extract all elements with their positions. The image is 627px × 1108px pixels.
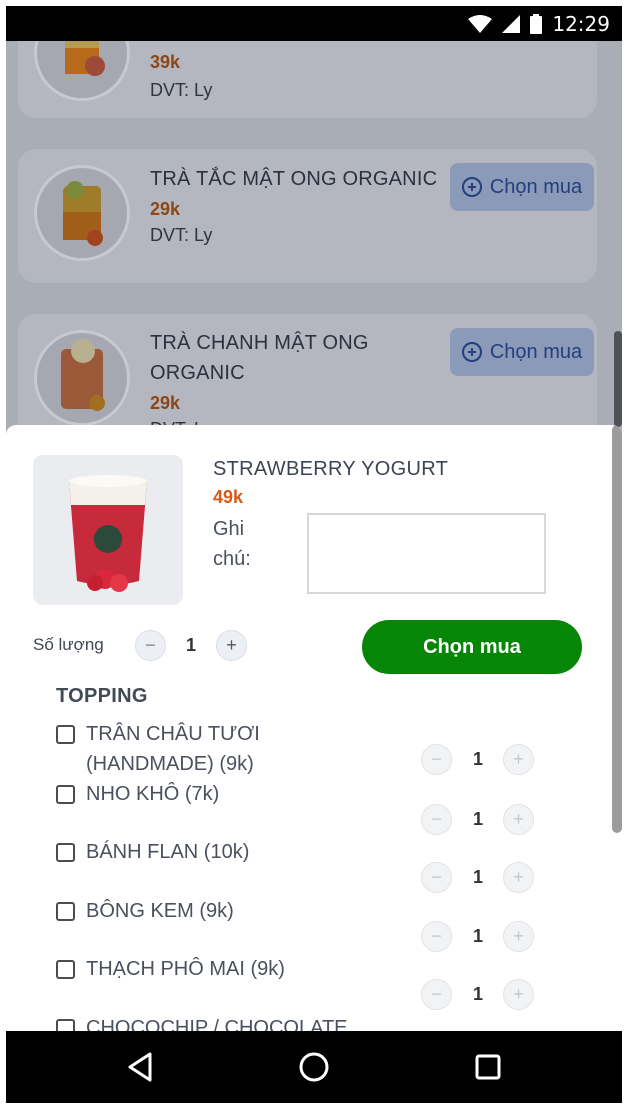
- topping-decrement-button[interactable]: −: [421, 744, 452, 775]
- topping-checkbox[interactable]: [56, 960, 75, 979]
- topping-label-line2: (HANDMADE) (9k): [86, 753, 254, 775]
- quantity-label: Số lượng: [33, 635, 104, 654]
- product-image: [33, 455, 183, 605]
- product-options-sheet: STRAWBERRY YOGURT 49k Ghi chú: Số lượng …: [6, 425, 622, 1031]
- topping-decrement-button[interactable]: −: [421, 804, 452, 835]
- topping-increment-button[interactable]: +: [503, 744, 534, 775]
- topping-label: CHOCOCHIP / CHOCOLATE: [86, 1017, 348, 1031]
- product-unit: DVT: Ly: [150, 80, 213, 100]
- product-card[interactable]: 39k DVT: Ly: [18, 41, 597, 118]
- topping-checkbox[interactable]: [56, 785, 75, 804]
- product-title-line2: ORGANIC: [150, 362, 245, 384]
- add-to-cart-label: Chọn mua: [489, 175, 583, 198]
- quantity-increment-button[interactable]: +: [216, 630, 247, 661]
- battery-icon: [530, 13, 543, 34]
- note-label-line1: Ghi: [213, 518, 245, 540]
- home-circle-icon[interactable]: [298, 1051, 330, 1083]
- topping-quantity: 1: [472, 867, 483, 887]
- topping-label: BÔNG KEM (9k): [86, 900, 234, 922]
- topping-increment-button[interactable]: +: [503, 804, 534, 835]
- topping-quantity: 1: [472, 749, 483, 769]
- note-label: Ghi chú:: [213, 514, 273, 574]
- status-time: 12:29: [552, 11, 610, 36]
- topping-decrement-button[interactable]: −: [421, 979, 452, 1010]
- topping-increment-button[interactable]: +: [503, 862, 534, 893]
- recents-square-icon[interactable]: [474, 1051, 502, 1083]
- list-scrollbar[interactable]: [614, 331, 622, 427]
- topping-quantity: 1: [472, 926, 483, 946]
- product-card[interactable]: TRÀ TẮC MẬT ONG ORGANIC 29k DVT: Ly Chọn…: [18, 149, 597, 283]
- product-thumbnail: [34, 41, 130, 101]
- topping-heading: TOPPING: [56, 685, 148, 707]
- topping-quantity: 1: [472, 809, 483, 829]
- back-triangle-icon[interactable]: [126, 1051, 154, 1083]
- topping-checkbox[interactable]: [56, 725, 75, 744]
- product-title: TRÀ TẮC MẬT ONG ORGANIC: [150, 168, 438, 190]
- add-to-cart-label: Chọn mua: [489, 340, 583, 363]
- product-name: STRAWBERRY YOGURT: [213, 458, 449, 480]
- buy-button[interactable]: Chọn mua: [362, 620, 582, 674]
- phone-screen: 12:29 39k DVT: Ly TRÀ TẮC MẬT ONG ORGANI…: [0, 0, 627, 1108]
- topping-decrement-button[interactable]: −: [421, 862, 452, 893]
- topping-quantity: 1: [472, 984, 483, 1004]
- topping-label: NHO KHÔ (7k): [86, 783, 220, 805]
- status-bar: 12:29: [6, 6, 622, 41]
- product-price: 29k: [150, 199, 181, 219]
- product-unit: DVT: Ly: [150, 225, 213, 245]
- product-title: TRÀ CHANH MẬT ONG: [150, 332, 369, 354]
- topping-decrement-button[interactable]: −: [421, 921, 452, 952]
- product-price: 39k: [150, 52, 181, 72]
- cell-signal-icon: [502, 14, 521, 33]
- topping-checkbox[interactable]: [56, 843, 75, 862]
- topping-increment-button[interactable]: +: [503, 921, 534, 952]
- topping-checkbox[interactable]: [56, 902, 75, 921]
- topping-label: TRÂN CHÂU TƯƠI (HANDMADE) (9k): [86, 719, 260, 779]
- plus-circle-icon: [461, 177, 482, 197]
- topping-label-line1: TRÂN CHÂU TƯƠI: [86, 723, 260, 745]
- add-to-cart-button[interactable]: Chọn mua: [450, 328, 594, 376]
- system-nav-bar: [6, 1031, 622, 1103]
- topping-label: BÁNH FLAN (10k): [86, 841, 250, 863]
- product-price: 49k: [213, 487, 244, 507]
- quantity-value: 1: [185, 635, 196, 655]
- plus-circle-icon: [461, 342, 482, 362]
- topping-checkbox[interactable]: [56, 1019, 75, 1031]
- quantity-decrement-button[interactable]: −: [135, 630, 166, 661]
- product-thumbnail: [34, 165, 130, 261]
- product-price: 29k: [150, 393, 181, 413]
- add-to-cart-button[interactable]: Chọn mua: [450, 163, 594, 211]
- note-textarea[interactable]: [307, 513, 546, 594]
- note-label-line2: chú:: [213, 548, 251, 570]
- product-thumbnail: [34, 330, 130, 426]
- sheet-scrollbar[interactable]: [612, 425, 622, 833]
- wifi-icon: [468, 14, 493, 33]
- topping-increment-button[interactable]: +: [503, 979, 534, 1010]
- topping-label: THẠCH PHÔ MAI (9k): [86, 958, 285, 980]
